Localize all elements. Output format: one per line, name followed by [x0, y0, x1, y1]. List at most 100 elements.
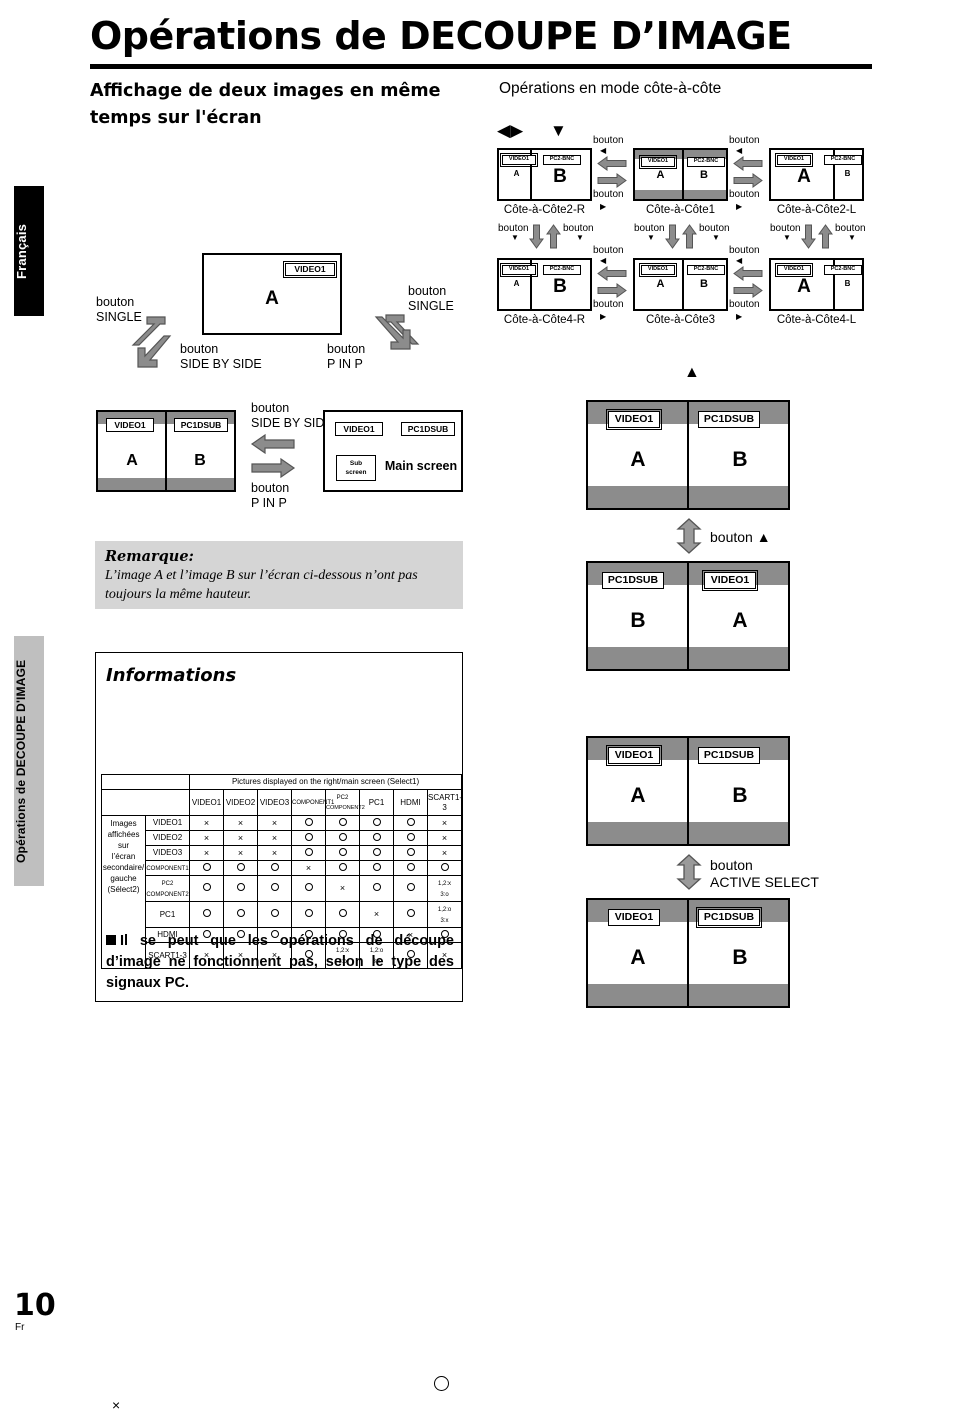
table-cell: ×: [257, 830, 292, 846]
tag-pc1dsub-big1: PC1DSUB: [698, 411, 760, 428]
table-cell: [393, 875, 428, 902]
table-cell: [325, 845, 360, 861]
arrow-right-pip: [251, 457, 296, 479]
table-cell: [359, 830, 394, 846]
table-cell: ×: [257, 815, 292, 831]
big4-letter-a: A: [630, 946, 646, 969]
cote-arrow-up-1: [682, 224, 697, 249]
cote-glyph-left-tri-00: ◀: [600, 146, 607, 155]
cote-letter-a-5: A: [656, 278, 665, 291]
cell-circle-icon: [372, 817, 381, 826]
cell-circle-icon: [406, 817, 415, 826]
table-header-row: Pictures displayed on the right/main scr…: [101, 774, 463, 790]
cote-label-bouton-left-01: bouton: [729, 135, 760, 146]
cell-circle-icon: [372, 862, 381, 871]
table-cell: [291, 815, 326, 831]
table-cell: [257, 901, 292, 928]
table-cell: ×: [359, 901, 394, 928]
cell-circle-icon: [372, 847, 381, 856]
sidebar-tab-section: Opérations de DECOUPE D'IMAGE: [14, 636, 44, 886]
table-cell: [359, 860, 394, 876]
cote-vglyph-left-0: ▼: [511, 233, 519, 242]
tag-pc1dsub-pip: PC1DSUB: [401, 422, 455, 436]
table-cell: ×: [325, 875, 360, 902]
big-screen-4: VIDEO1 PC1DSUB A B: [586, 898, 790, 1008]
cote-glyph-left-tri-01: ◀: [736, 146, 743, 155]
cote-glyph-right-tri-01: ▶: [736, 202, 743, 211]
sub-screen-box: Sub screen: [336, 455, 376, 481]
cote-label-bouton-left-11: bouton: [729, 245, 760, 256]
cote-vglyph-left-2: ▼: [783, 233, 791, 242]
sbs-letter-b: B: [194, 452, 206, 469]
cote-arrow-right-11: [733, 283, 763, 298]
label-bouton-active-select: bouton ACTIVE SELECT: [710, 857, 819, 890]
table-row-label: PC2 COMPONENT2: [145, 875, 190, 902]
legend-circle-icon: [434, 1376, 449, 1391]
cote-letter-b-1: B: [553, 165, 567, 187]
label-bouton-side-by-side: bouton SIDE BY SIDE: [251, 401, 333, 430]
cell-cross-icon: ×: [305, 862, 312, 873]
cote-screen-3: VIDEO1 PC2-BNC A B: [769, 148, 864, 201]
table-col-header: VIDEO2: [223, 789, 258, 816]
table-cell: [393, 860, 428, 876]
table-cell: [257, 860, 292, 876]
cote-arrow-left-00: [597, 156, 627, 171]
big-screen-2: PC1DSUB VIDEO1 B A: [586, 561, 790, 671]
page-number-suffix: Fr: [15, 1322, 25, 1333]
table-cell: [325, 860, 360, 876]
cote-tag-a-4: VIDEO1: [499, 262, 539, 278]
table-col-header: PC1: [359, 789, 394, 816]
tag-video1-big1: VIDEO1: [605, 408, 663, 431]
cote-arrow-left-10: [597, 266, 627, 281]
cote-tag-a-3: VIDEO1: [774, 152, 814, 168]
sidebar-tab-language-label: Français: [14, 223, 29, 279]
cote-arrow-left-11: [733, 266, 763, 281]
cell-circle-icon: [304, 909, 313, 917]
tag-video1-pip: VIDEO1: [335, 422, 383, 436]
cote-arrow-right-10: [597, 283, 627, 298]
sidebar-tab-language: Français: [14, 186, 44, 316]
table-cell: [291, 875, 326, 902]
table-cell: [325, 815, 360, 831]
table-row: Images affichées sur l’écran secondaire/gau…: [101, 815, 463, 969]
cote-caption-2: Côte-à-Côte1: [645, 204, 716, 216]
cell-cross-icon: ×: [271, 817, 278, 828]
cote-vglyph-right-0: ▼: [576, 233, 584, 242]
cell-circle-icon: [270, 883, 279, 891]
table-row-label: VIDEO2: [145, 830, 190, 846]
cote-arrow-down-1: [665, 224, 680, 249]
cote-caption-6: Côte-à-Côte4-L: [776, 314, 857, 326]
screen-split-line: [687, 738, 689, 844]
cell-cross-icon: ×: [271, 847, 278, 858]
section-heading-right: Opérations en mode côte-à-côte: [499, 80, 722, 97]
table-col-header: VIDEO1: [189, 789, 224, 816]
screen-split-line: [165, 412, 167, 490]
table-cell: [189, 860, 224, 876]
title-divider: [90, 64, 872, 69]
cote-glyph-right-tri-10: ▶: [600, 312, 607, 321]
cote-arrow-down-0: [529, 224, 544, 249]
table-col-header: PC2 COMPONENT2: [325, 789, 365, 816]
cell-circle-icon: [338, 909, 347, 917]
screen-split-line: [687, 563, 689, 669]
table-cell: [223, 901, 258, 928]
screen-band-bottom: [635, 190, 726, 199]
cote-letter-b-3: B: [844, 169, 851, 179]
cell-cross-icon: ×: [203, 832, 210, 843]
cell-circle-icon: [338, 817, 347, 826]
table-cell: ×: [223, 815, 258, 831]
table-cell: [325, 901, 360, 928]
table-row-label: VIDEO3: [145, 845, 190, 861]
remarque-body: L’image A et l’image B sur l’écran ci-de…: [105, 568, 418, 602]
table-cell: [393, 815, 428, 831]
table-row: COMPONENT1 ×: [102, 860, 463, 876]
cote-arrow-up-0: [546, 224, 561, 249]
cell-circle-icon: [338, 862, 347, 871]
cell-circle-icon: [406, 909, 415, 917]
table-row-label: COMPONENT1: [145, 860, 190, 876]
section-heading-left: Affichage de deux images en même temps s…: [90, 81, 441, 128]
label-bouton-p-in-p-right: bouton P IN P: [327, 342, 366, 371]
cote-letter-b-6: B: [844, 279, 851, 289]
cell-circle-icon: [406, 862, 415, 871]
cell-circle-icon: [270, 909, 279, 917]
